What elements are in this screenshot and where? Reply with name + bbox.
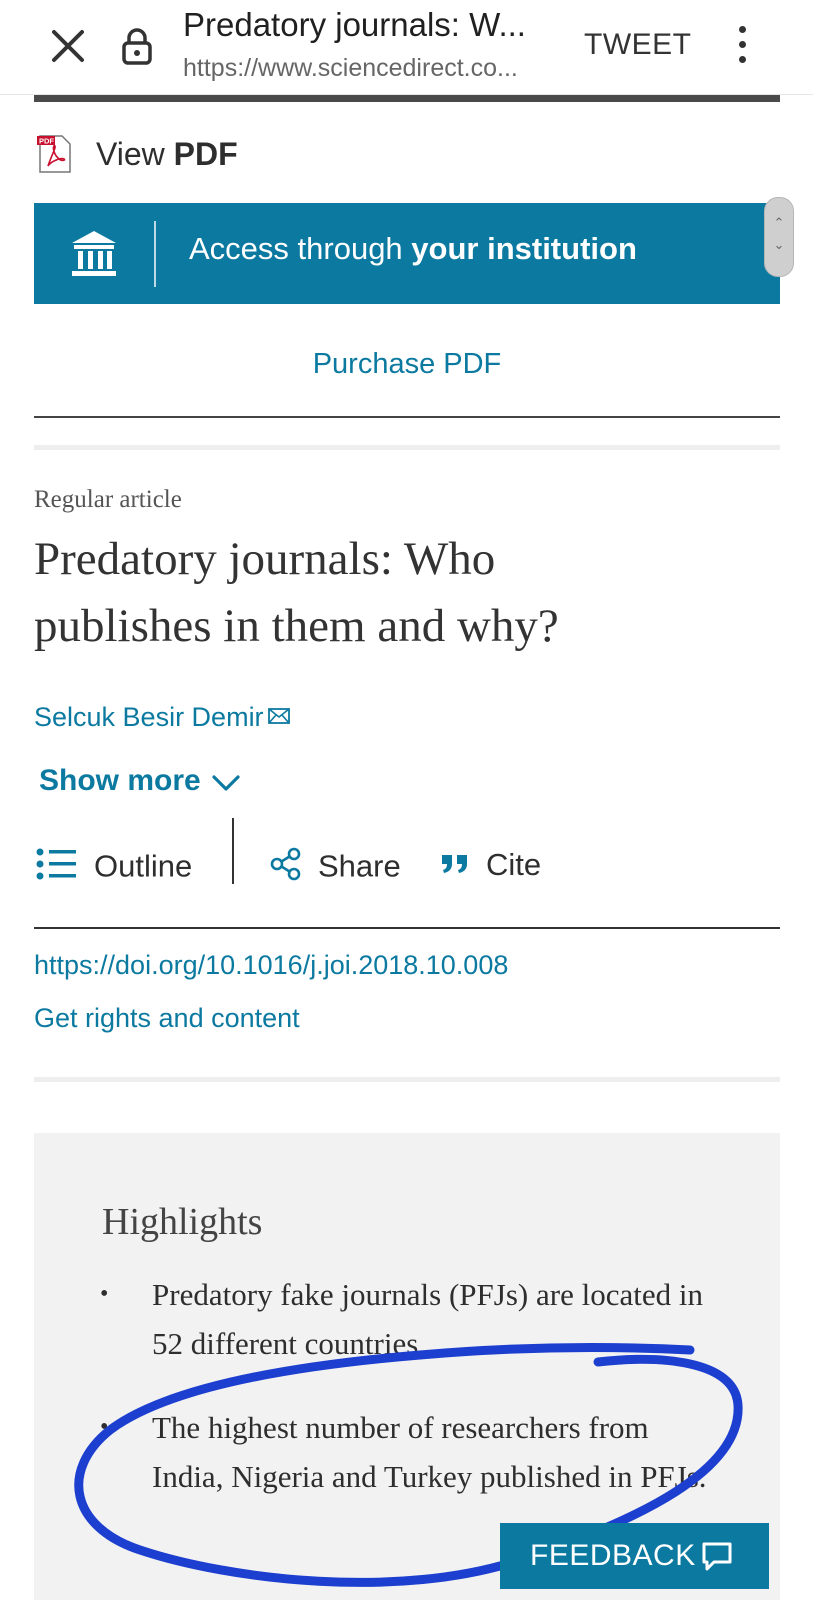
more-options-icon[interactable] [732,26,752,66]
author-name: Selcuk Besir Demir [34,702,264,732]
cite-button[interactable]: Cite [440,847,541,883]
view-pdf-label-bold: PDF [173,136,238,172]
share-button[interactable]: Share [270,847,401,886]
envelope-icon[interactable] [267,700,290,724]
chat-bubble-icon [700,1541,734,1573]
cite-label: Cite [486,847,542,882]
close-icon[interactable] [44,22,92,70]
svg-text:PDF: PDF [39,137,54,146]
list-icon [36,847,78,886]
access-label-bold: your institution [411,231,637,266]
doi-link[interactable]: https://doi.org/10.1016/j.joi.2018.10.00… [34,950,508,981]
highlight-item: • Predatory fake journals (PFJs) are loc… [100,1270,703,1370]
article-type: Regular article [34,486,182,513]
lock-icon[interactable] [120,26,154,66]
tweet-button[interactable]: TWEET [584,28,692,62]
access-label-prefix: Access through [189,231,412,266]
show-more-button[interactable]: Show more [39,764,241,798]
divider [34,445,780,450]
outline-label: Outline [94,848,193,884]
divider [34,1077,780,1082]
highlight-text: The highest number of researchers from I… [152,1410,707,1494]
feedback-button[interactable]: FEEDBACK [500,1523,769,1589]
divider [34,927,780,929]
access-institution-button[interactable]: Access through your institution [34,203,780,304]
outline-button[interactable]: Outline [36,847,192,886]
share-label: Share [318,848,401,884]
bullet: • [100,1414,109,1440]
page-title: Predatory journals: W... [183,6,526,43]
quote-icon [440,851,470,880]
author-link[interactable]: Selcuk Besir Demir [34,700,290,733]
scroll-handle[interactable]: ⌃ ⌄ [764,197,794,277]
browser-top-bar: Predatory journals: W... https://www.sci… [0,0,813,95]
divider [34,416,780,418]
article-title: Predatory journals: Who publishes in the… [34,526,774,660]
view-pdf-link[interactable]: View PDF [96,136,238,173]
highlight-text: Predatory fake journals (PFJs) are locat… [152,1277,703,1361]
highlights-heading: Highlights [102,1201,263,1243]
page-url[interactable]: https://www.sciencedirect.co... [183,54,518,83]
purchase-pdf-link[interactable]: Purchase PDF [34,348,780,381]
chevron-down-icon [211,766,241,791]
institution-icon [66,225,122,281]
feedback-label: FEEDBACK [530,1539,696,1572]
share-icon [270,847,302,886]
show-more-label: Show more [39,764,201,797]
pdf-file-icon[interactable]: PDF [36,134,74,174]
bullet: • [100,1281,109,1307]
view-pdf-label: View [96,136,174,172]
banner-divider [154,221,156,287]
divider [34,95,780,102]
toolbar-divider [232,818,234,884]
article-title-line: publishes in them and why? [34,600,559,652]
rights-content-link[interactable]: Get rights and content [34,1003,300,1034]
access-label: Access through your institution [189,231,637,267]
article-title-line: Predatory journals: Who [34,533,496,585]
